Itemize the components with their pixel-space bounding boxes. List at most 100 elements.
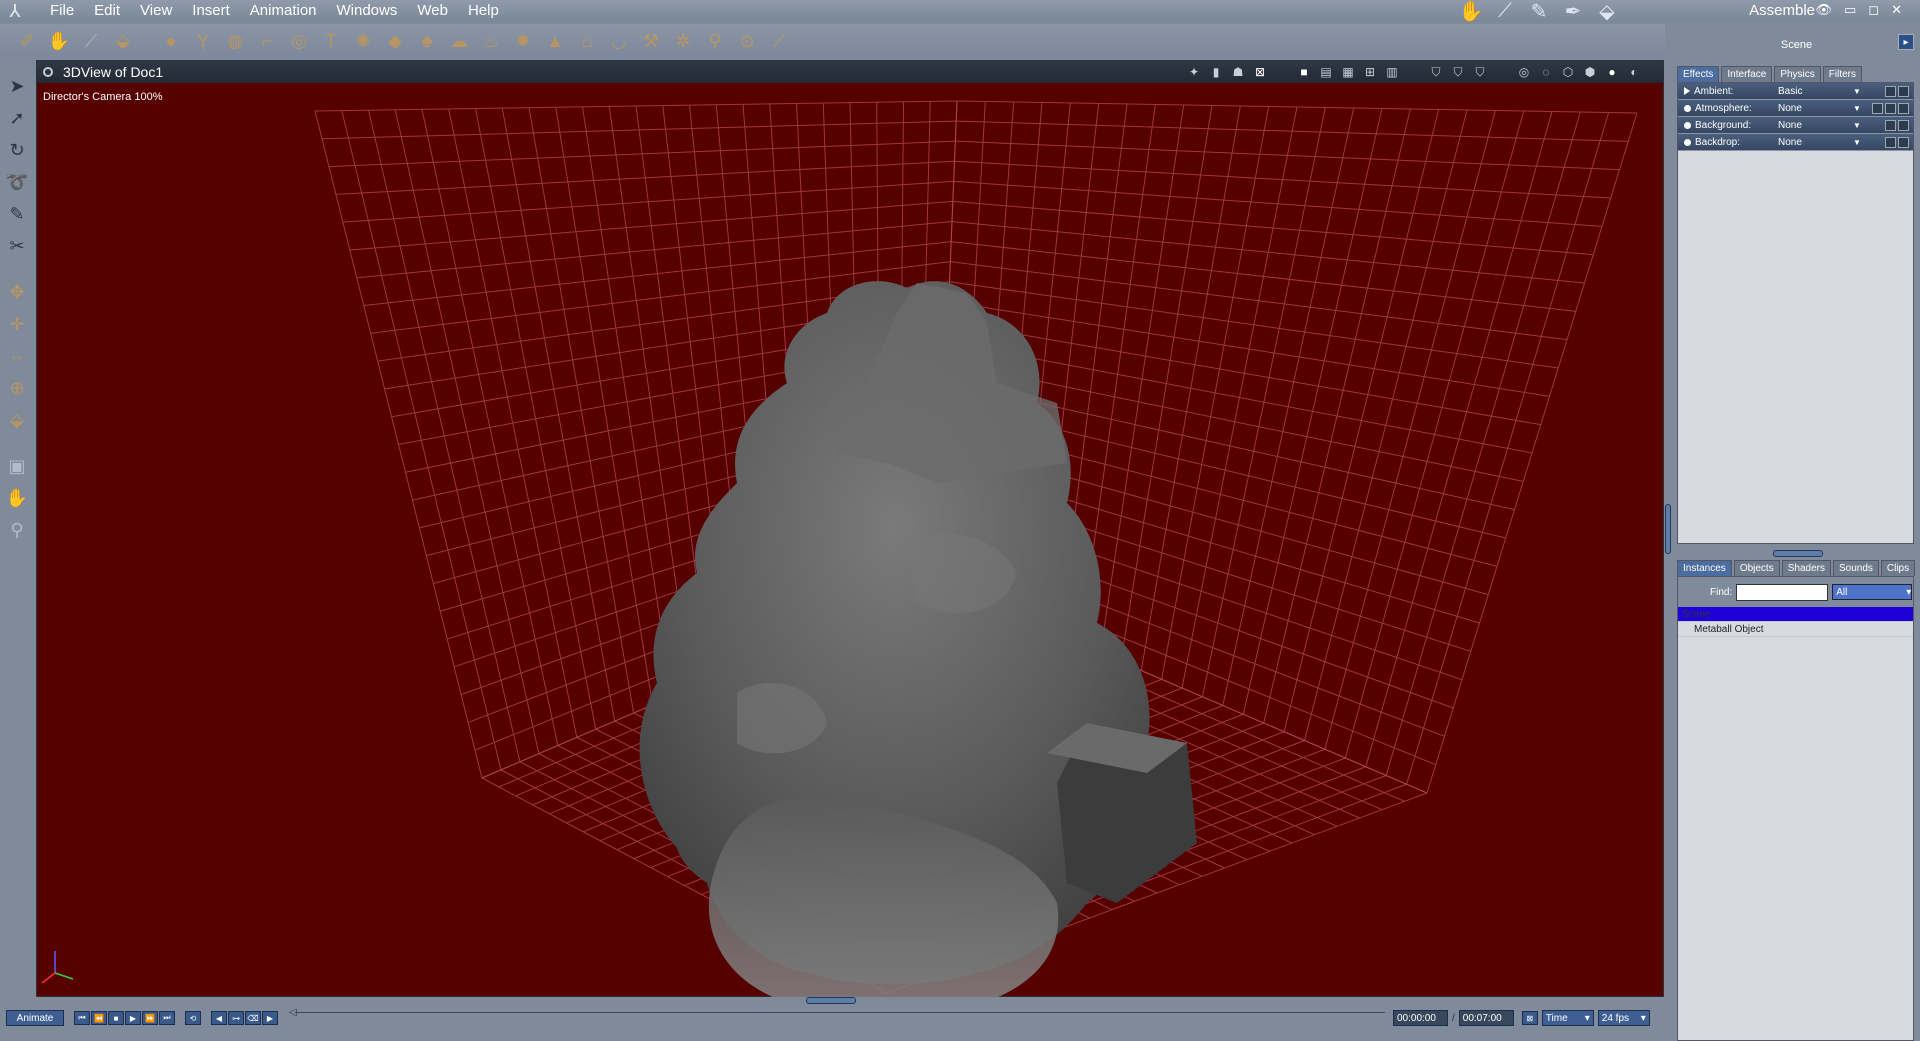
eraser-icon[interactable]: ⬙ — [108, 26, 138, 56]
smooth-shaded-icon[interactable]: ● — [1603, 63, 1621, 81]
effect-backdrop[interactable]: Backdrop: None ▼ — [1678, 134, 1913, 151]
splitter-grip[interactable] — [1665, 504, 1671, 554]
list-item-metaball[interactable]: Metaball Object — [1678, 622, 1913, 637]
tab-effects[interactable]: Effects — [1677, 66, 1720, 82]
play-icon[interactable]: ▶ — [125, 1011, 141, 1025]
menu-animation[interactable]: Animation — [240, 0, 327, 22]
plane-icon[interactable]: ◆ — [380, 26, 410, 56]
expand-triangle-icon[interactable] — [1684, 87, 1690, 95]
fast-forward-icon[interactable]: ⏩ — [142, 1011, 158, 1025]
tab-objects[interactable]: Objects — [1733, 560, 1780, 576]
skeleton-icon[interactable]: ⚲ — [700, 26, 730, 56]
target-icon[interactable]: ⊙ — [732, 26, 762, 56]
load-icon[interactable] — [1885, 136, 1896, 148]
zoom-icon[interactable]: ⚲ — [0, 514, 34, 546]
globe-icon[interactable]: ◍ — [220, 26, 250, 56]
rewind-icon[interactable]: ⏪ — [91, 1011, 107, 1025]
wand-icon[interactable]: ⟋ — [764, 26, 794, 56]
hand-room-icon[interactable]: ✋ — [1458, 0, 1484, 23]
eye-icon[interactable]: 👁 — [1815, 2, 1832, 18]
bounding-box-mode-icon[interactable]: ◎ — [1515, 63, 1533, 81]
camera-select-icon[interactable]: ☗ — [1229, 63, 1247, 81]
pen-tool-icon[interactable]: ✎ — [0, 198, 34, 230]
gear-primitive-icon[interactable]: ✺ — [348, 26, 378, 56]
list-item-scene[interactable]: Scene — [1678, 607, 1913, 622]
four-view-icon[interactable]: ⊞ — [1361, 63, 1379, 81]
goblet-icon[interactable]: Ỵ — [188, 26, 218, 56]
fire-icon[interactable]: ♨ — [476, 26, 506, 56]
load-icon[interactable] — [1885, 102, 1896, 114]
loop-icon[interactable]: ⟲ — [185, 1011, 201, 1025]
knife-tool-icon[interactable]: ✂ — [0, 230, 34, 262]
tab-filters[interactable]: Filters — [1822, 66, 1862, 82]
effect-value[interactable]: None — [1778, 103, 1802, 114]
go-end-icon[interactable]: ⏭ — [159, 1011, 175, 1025]
hand-pan-icon[interactable]: ✋ — [0, 482, 34, 514]
twist-icon[interactable]: ➰ — [0, 166, 34, 198]
time-mode-select[interactable]: Time ▾ — [1541, 1010, 1594, 1026]
pipe-icon[interactable]: ⌐ — [252, 26, 282, 56]
edit-icon[interactable] — [1872, 102, 1883, 114]
wireframe-icon[interactable]: ◌ — [1537, 63, 1555, 81]
go-start-icon[interactable]: ⏮ — [74, 1011, 90, 1025]
move-plane-icon[interactable]: ✛ — [0, 308, 34, 340]
load-icon[interactable] — [1885, 119, 1896, 131]
save-icon[interactable] — [1898, 102, 1909, 114]
chevron-down-icon[interactable]: ▼ — [1853, 138, 1861, 147]
stop-icon[interactable]: ■ — [108, 1011, 124, 1025]
brush-icon[interactable]: ⟋ — [76, 26, 106, 56]
next-key-icon[interactable]: ▶ — [262, 1011, 278, 1025]
save-icon[interactable] — [1898, 136, 1909, 148]
viewport-window[interactable]: 3DView of Doc1 ✦ ▮ ☗ ⊠ ■ ▤ ▦ ⊞ ▥ ⛉ ⛉ ⛉ ◎… — [36, 60, 1665, 998]
effect-value[interactable]: None — [1778, 120, 1802, 131]
tab-sounds[interactable]: Sounds — [1832, 560, 1879, 576]
menu-view[interactable]: View — [130, 0, 182, 22]
render-area-icon[interactable]: ✦ — [1185, 63, 1203, 81]
move-icon[interactable]: ✥ — [0, 276, 34, 308]
camera-move-icon[interactable]: ⊠ — [1251, 63, 1269, 81]
hammer-icon[interactable]: ⚒ — [636, 26, 666, 56]
animate-button[interactable]: Animate — [6, 1010, 64, 1026]
save-icon[interactable] — [1898, 119, 1909, 131]
camera-icon[interactable]: ▣ — [0, 450, 34, 482]
tab-interface[interactable]: Interface — [1721, 66, 1773, 82]
tab-physics[interactable]: Physics — [1774, 66, 1821, 82]
chevron-down-icon[interactable]: ▼ — [1853, 87, 1861, 96]
sphere-icon[interactable]: ● — [156, 26, 186, 56]
layout-view-icon[interactable]: ▥ — [1383, 63, 1401, 81]
add-key-icon[interactable]: ⊶ — [228, 1011, 244, 1025]
app-logo-icon[interactable]: ⅄ — [0, 0, 30, 22]
pencil-room-icon[interactable]: ✎ — [1526, 0, 1552, 23]
pen-room-icon[interactable]: ✒ — [1560, 0, 1586, 23]
scene-canvas[interactable] — [37, 83, 1665, 998]
find-input[interactable] — [1736, 583, 1829, 601]
menu-file[interactable]: File — [30, 0, 84, 22]
filter-select[interactable]: All ▾ — [1832, 584, 1913, 600]
timeline-track[interactable]: ◁ — [289, 1007, 1385, 1022]
pinwheel-icon[interactable]: ✹ — [508, 26, 538, 56]
close-icon[interactable]: ✕ — [1891, 2, 1902, 18]
flat-shaded-icon[interactable]: ⬢ — [1581, 63, 1599, 81]
paint-shape-icon[interactable]: ✐ — [12, 26, 42, 56]
timecode-icon[interactable]: ⊠ — [1521, 1011, 1538, 1025]
effect-ambient[interactable]: Ambient: Basic ▼ — [1678, 83, 1913, 100]
text-icon[interactable]: T — [316, 26, 346, 56]
delete-key-icon[interactable]: ⌫ — [245, 1011, 261, 1025]
tab-shaders[interactable]: Shaders — [1781, 560, 1831, 576]
scale-icon[interactable]: ⇔ — [0, 340, 34, 372]
menu-edit[interactable]: Edit — [84, 0, 130, 22]
effect-value[interactable]: Basic — [1778, 86, 1802, 97]
fps-select[interactable]: 24 fps ▾ — [1597, 1010, 1650, 1026]
menu-help[interactable]: Help — [458, 0, 509, 22]
minimize-icon[interactable]: ▭ — [1844, 2, 1856, 18]
three-view-icon[interactable]: ▦ — [1339, 63, 1357, 81]
panel-hsplitter[interactable] — [1673, 544, 1920, 560]
save-icon[interactable] — [1898, 85, 1909, 97]
torus-icon[interactable]: ◎ — [284, 26, 314, 56]
tab-instances[interactable]: Instances — [1677, 560, 1732, 576]
metaball-object[interactable] — [639, 281, 1197, 998]
viewport-resize-grip[interactable] — [806, 997, 856, 1004]
menu-insert[interactable]: Insert — [182, 0, 240, 22]
shield-view-icon-2[interactable]: ⛉ — [1449, 63, 1467, 81]
chevron-down-icon[interactable]: ▼ — [1853, 104, 1861, 113]
